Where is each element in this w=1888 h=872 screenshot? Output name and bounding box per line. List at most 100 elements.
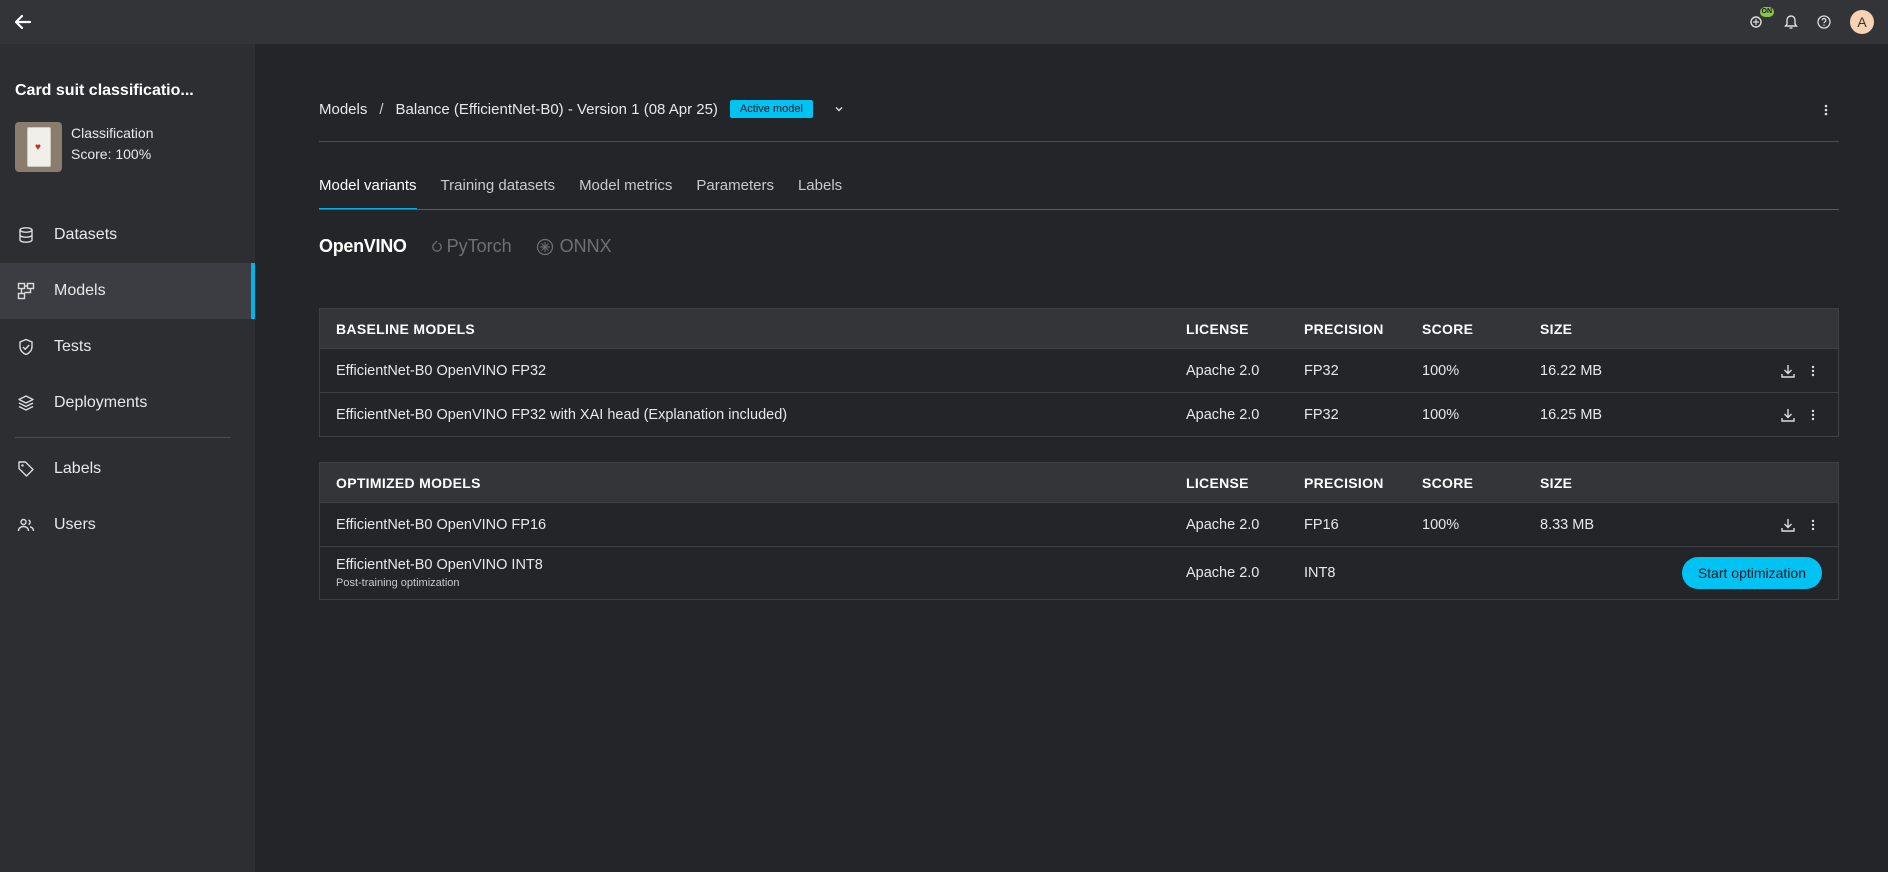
column-header-license: LICENSE <box>1186 320 1249 337</box>
sidebar-item-models[interactable]: Models <box>0 263 255 319</box>
column-header-name: OPTIMIZED MODELS <box>336 474 481 491</box>
model-score: 100% <box>1422 406 1460 423</box>
chevron-down-icon[interactable] <box>833 103 845 115</box>
model-license: Apache 2.0 <box>1186 362 1260 379</box>
baseline-models-table: BASELINE MODELS LICENSE PRECISION SCORE … <box>319 308 1839 437</box>
sidebar-divider <box>15 437 231 438</box>
framework-pytorch-label: PyTorch <box>446 236 512 256</box>
more-options-icon[interactable] <box>1810 363 1816 379</box>
column-header-score: SCORE <box>1422 320 1474 337</box>
model-size: 8.33 MB <box>1540 516 1594 533</box>
breadcrumb-current-model: Balance (EfficientNet-B0) - Version 1 (0… <box>395 100 718 118</box>
database-icon <box>17 226 35 244</box>
model-precision: INT8 <box>1304 565 1336 581</box>
table-row: EfficientNet-B0 OpenVINO INT8 Post-train… <box>320 546 1838 599</box>
on-status-badge: ON <box>1759 7 1774 17</box>
download-icon[interactable] <box>1780 517 1796 533</box>
model-tabs: Model variants Training datasets Model m… <box>319 177 842 210</box>
tag-icon <box>17 460 35 478</box>
framework-pytorch[interactable]: PyTorch <box>431 236 512 257</box>
sidebar-item-label: Tests <box>54 338 92 355</box>
tab-model-variants[interactable]: Model variants <box>319 177 417 210</box>
framework-onnx-label: ONNX <box>559 236 612 256</box>
column-header-size: SIZE <box>1540 474 1573 491</box>
table-header: BASELINE MODELS LICENSE PRECISION SCORE … <box>320 309 1838 348</box>
sidebar-item-tests[interactable]: Tests <box>0 319 255 375</box>
users-icon <box>17 516 35 534</box>
model-license: Apache 2.0 <box>1186 565 1260 581</box>
column-header-precision: PRECISION <box>1304 474 1384 491</box>
more-options-icon[interactable] <box>1818 100 1834 120</box>
sidebar: Card suit classificatio... ♥ Classificat… <box>0 44 255 872</box>
download-icon[interactable] <box>1780 407 1796 423</box>
breadcrumb-separator: / <box>379 100 384 118</box>
framework-openvino[interactable]: OpenVINO <box>319 236 407 257</box>
shield-check-icon <box>17 338 35 356</box>
sidebar-item-datasets[interactable]: Datasets <box>0 207 255 263</box>
more-options-icon[interactable] <box>1810 517 1816 533</box>
project-title: Card suit classificatio... <box>15 82 194 99</box>
framework-onnx[interactable]: ONNX <box>536 236 612 257</box>
playing-card-image: ♥ <box>27 127 51 167</box>
bell-icon[interactable] <box>1784 14 1798 30</box>
model-license: Apache 2.0 <box>1186 516 1260 533</box>
model-name: EfficientNet-B0 OpenVINO FP16 <box>336 516 547 533</box>
download-icon[interactable] <box>1780 363 1796 379</box>
sidebar-item-label: Labels <box>54 460 102 477</box>
model-size: 16.25 MB <box>1540 406 1603 423</box>
help-icon[interactable] <box>1816 14 1832 30</box>
pytorch-flame-icon <box>431 240 443 254</box>
model-precision: FP16 <box>1304 516 1339 533</box>
model-size: 16.22 MB <box>1540 362 1603 379</box>
active-model-badge: Active model <box>729 100 813 118</box>
model-name: EfficientNet-B0 OpenVINO INT8 <box>336 557 543 573</box>
model-subtitle: Post-training optimization <box>336 577 460 589</box>
table-row: EfficientNet-B0 OpenVINO FP16 Apache 2.0… <box>320 502 1838 546</box>
project-thumbnail: ♥ <box>15 122 62 172</box>
model-score: 100% <box>1422 516 1460 533</box>
status-toggle-icon[interactable]: ON <box>1750 7 1774 30</box>
project-score: Score: 100% <box>71 146 152 162</box>
layers-icon <box>17 394 35 412</box>
start-optimization-button[interactable]: Start optimization <box>1681 557 1822 589</box>
breadcrumb-models-link[interactable]: Models <box>319 101 367 118</box>
sidebar-item-users[interactable]: Users <box>0 497 255 553</box>
project-type: Classification <box>71 125 154 141</box>
table-row: EfficientNet-B0 OpenVINO FP32 with XAI h… <box>320 392 1838 436</box>
sidebar-item-label: Datasets <box>54 226 118 243</box>
sidebar-item-label: Users <box>54 516 96 533</box>
column-header-precision: PRECISION <box>1304 320 1384 337</box>
model-precision: FP32 <box>1304 406 1339 423</box>
model-score: 100% <box>1422 362 1460 379</box>
table-header: OPTIMIZED MODELS LICENSE PRECISION SCORE… <box>320 463 1838 502</box>
top-bar: ON A <box>0 0 1888 44</box>
model-name-cell: EfficientNet-B0 OpenVINO INT8 Post-train… <box>320 557 1186 589</box>
tabs-divider <box>319 209 1839 210</box>
table-row: EfficientNet-B0 OpenVINO FP32 Apache 2.0… <box>320 348 1838 392</box>
breadcrumb: Models / Balance (EfficientNet-B0) - Ver… <box>319 100 845 118</box>
tab-training-datasets[interactable]: Training datasets <box>441 177 556 210</box>
model-name: EfficientNet-B0 OpenVINO FP32 with XAI h… <box>336 406 788 423</box>
more-options-icon[interactable] <box>1810 407 1816 423</box>
model-precision: FP32 <box>1304 362 1339 379</box>
column-header-size: SIZE <box>1540 320 1573 337</box>
onnx-logo-icon <box>536 238 554 256</box>
back-arrow-icon[interactable] <box>14 13 32 31</box>
tab-labels[interactable]: Labels <box>798 177 842 210</box>
sidebar-item-label: Models <box>54 282 106 299</box>
sidebar-item-label: Deployments <box>54 394 148 411</box>
column-header-name: BASELINE MODELS <box>336 320 476 337</box>
tab-model-metrics[interactable]: Model metrics <box>579 177 672 210</box>
tab-parameters[interactable]: Parameters <box>696 177 774 210</box>
framework-selector: OpenVINO PyTorch ONNX <box>319 236 612 257</box>
column-header-license: LICENSE <box>1186 474 1249 491</box>
sidebar-item-labels[interactable]: Labels <box>0 441 255 497</box>
model-name: EfficientNet-B0 OpenVINO FP32 <box>336 362 547 379</box>
optimized-models-table: OPTIMIZED MODELS LICENSE PRECISION SCORE… <box>319 462 1839 600</box>
main-content: Models / Balance (EfficientNet-B0) - Ver… <box>255 44 1888 872</box>
models-hierarchy-icon <box>17 282 35 300</box>
sidebar-item-deployments[interactable]: Deployments <box>0 375 255 431</box>
model-license: Apache 2.0 <box>1186 406 1260 423</box>
user-avatar[interactable]: A <box>1850 10 1874 34</box>
header-divider <box>319 141 1839 142</box>
